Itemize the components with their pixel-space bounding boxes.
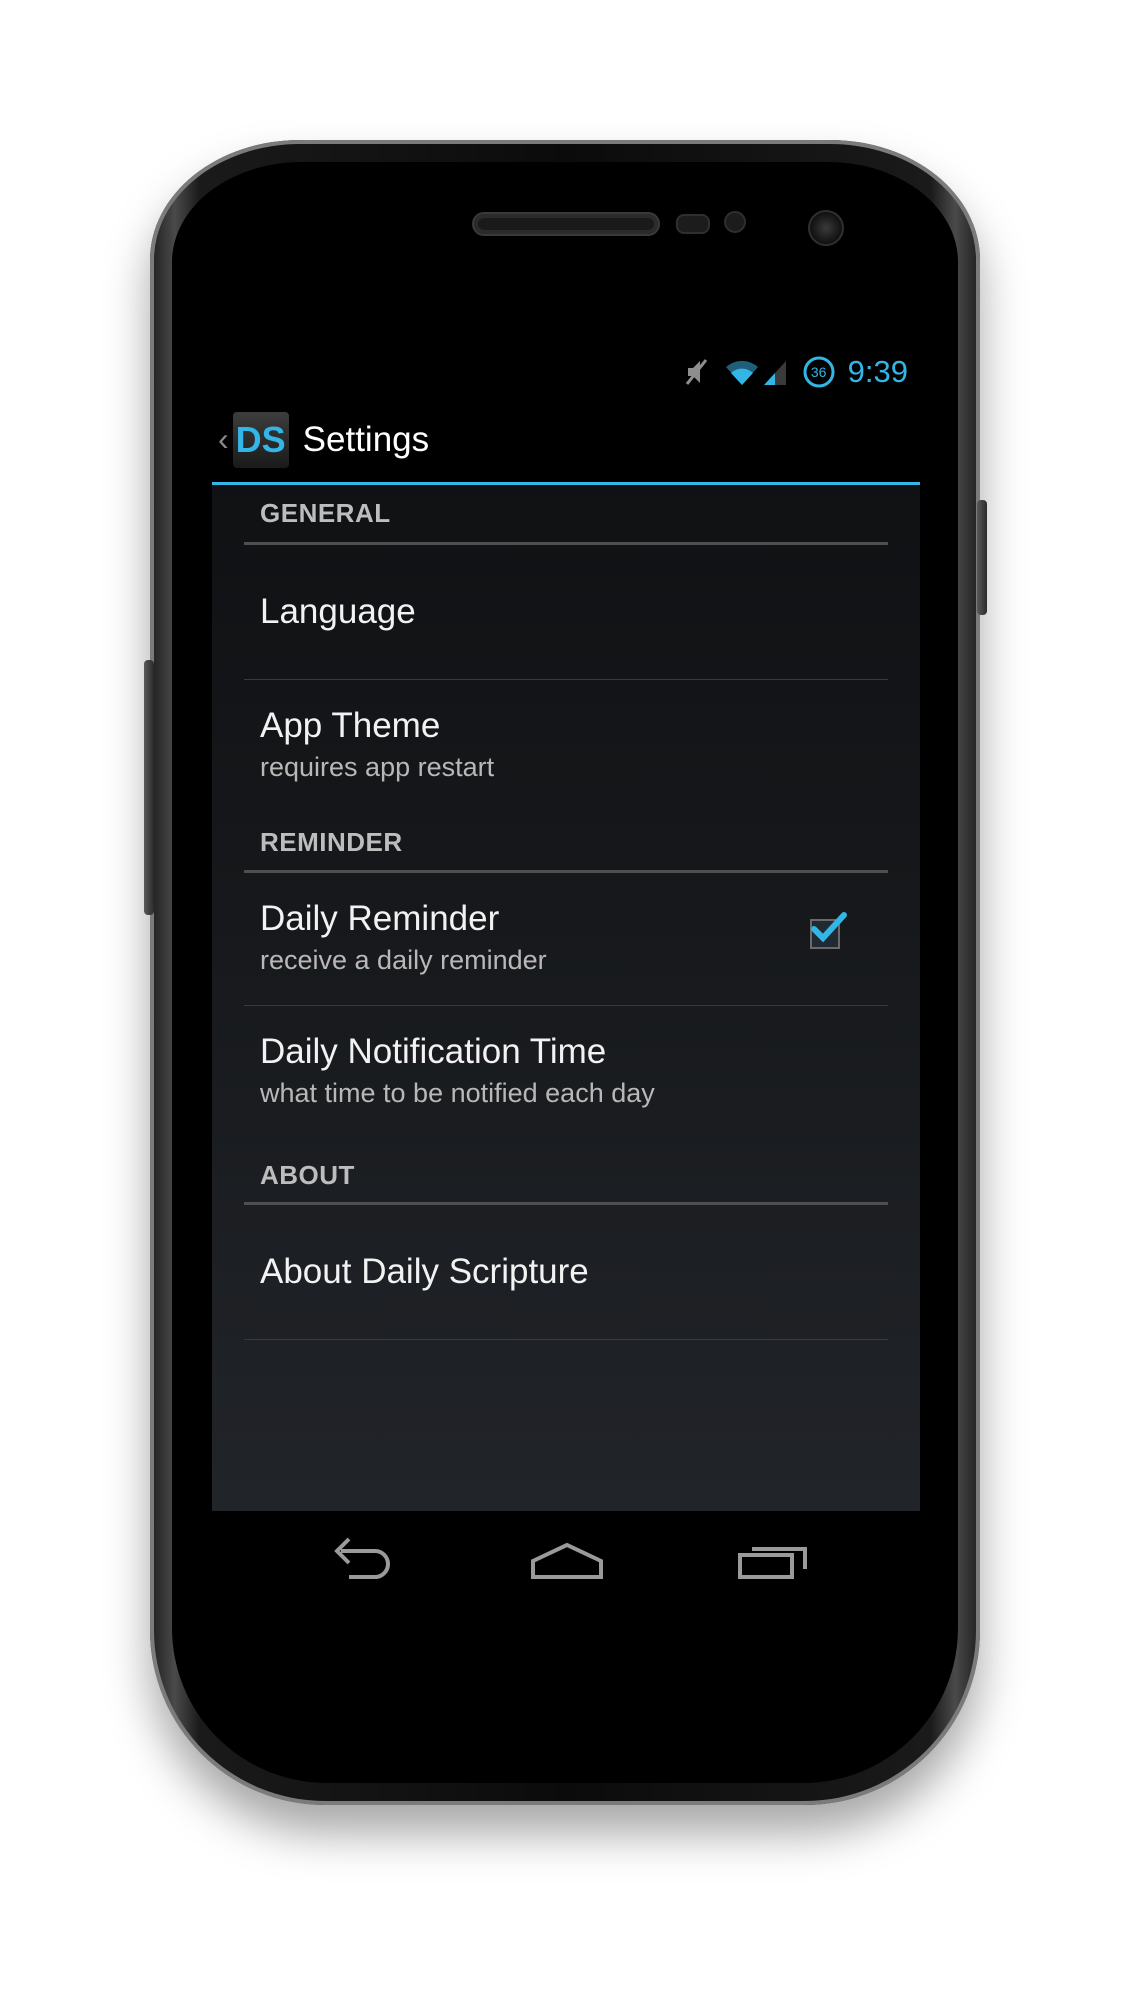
status-bar: 36 9:39 (212, 347, 920, 397)
pref-summary: what time to be notified each day (260, 1078, 655, 1108)
pref-app-theme[interactable]: App Theme requires app restart (244, 680, 888, 805)
volume-button (144, 660, 154, 915)
section-header-label: REMINDER (260, 827, 403, 857)
pref-title: App Theme (260, 706, 441, 745)
status-clock: 9:39 (847, 354, 908, 389)
app-icon[interactable]: DS (232, 411, 289, 468)
section-header-about: ABOUT (244, 1131, 888, 1205)
checkmark-icon (811, 912, 847, 943)
pref-language[interactable]: Language (244, 545, 888, 680)
screen: 36 9:39 ‹ DS Settings GENERAL Language A… (212, 347, 920, 1605)
pref-title: About Daily Scripture (260, 1252, 589, 1291)
pref-title: Language (260, 592, 416, 631)
mute-icon (684, 357, 710, 387)
signal-icon (762, 357, 788, 387)
pref-daily-notification-time[interactable]: Daily Notification Time what time to be … (244, 1006, 888, 1131)
proximity-sensor (676, 214, 710, 234)
section-header-label: GENERAL (260, 498, 391, 528)
navigation-bar (212, 1511, 920, 1605)
wifi-icon (724, 357, 760, 387)
section-header-label: ABOUT (260, 1160, 355, 1190)
home-icon[interactable] (530, 1533, 604, 1587)
front-camera (808, 210, 844, 246)
notification-badge-count: 36 (810, 364, 827, 380)
pref-summary: requires app restart (260, 752, 495, 782)
up-caret-icon[interactable]: ‹ (218, 421, 229, 458)
pref-summary: receive a daily reminder (260, 945, 547, 975)
settings-list: GENERAL Language App Theme requires app … (244, 485, 888, 1340)
section-header-reminder: REMINDER (244, 805, 888, 873)
notification-badge-icon: 36 (802, 355, 836, 389)
light-sensor (724, 211, 746, 233)
earpiece-speaker (472, 212, 660, 236)
pref-daily-reminder[interactable]: Daily Reminder receive a daily reminder (244, 873, 888, 1006)
pref-title: Daily Notification Time (260, 1032, 607, 1071)
daily-reminder-checkbox[interactable] (810, 912, 847, 949)
pref-about-daily-scripture[interactable]: About Daily Scripture (244, 1205, 888, 1340)
page-title: Settings (302, 419, 430, 459)
pref-title: Daily Reminder (260, 899, 500, 938)
recent-apps-icon[interactable] (737, 1533, 811, 1587)
back-icon[interactable] (327, 1533, 397, 1587)
action-bar: ‹ DS Settings (212, 397, 920, 485)
power-button (977, 500, 987, 615)
section-header-general: GENERAL (244, 485, 888, 545)
